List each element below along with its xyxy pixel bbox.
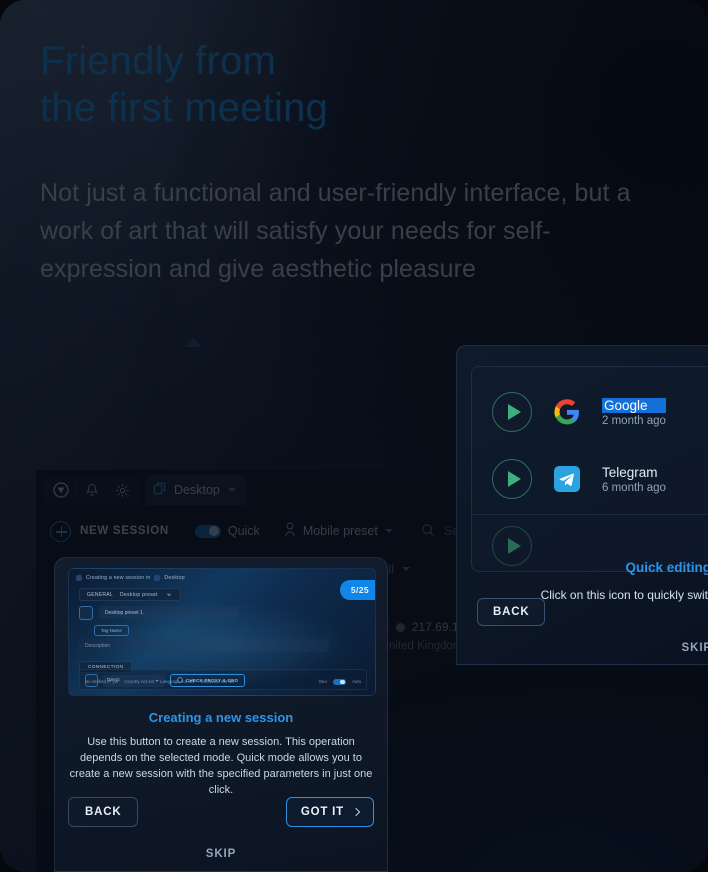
geo-toggle-left-label: Geo — [318, 679, 327, 685]
tab-connection[interactable]: CONNECTION — [79, 661, 133, 673]
description-input[interactable]: Description — [79, 639, 329, 652]
chevron-right-icon — [351, 807, 361, 817]
panel-notch-icon — [184, 338, 202, 347]
tab-general[interactable]: GENERAL — [87, 592, 113, 598]
network-icon — [85, 674, 98, 687]
list-item-time: 6 month ago — [602, 481, 666, 494]
preview-header: Creating a new session in Desktop — [76, 575, 185, 581]
back-button[interactable]: BACK — [477, 598, 546, 626]
quick-edit-tooltip: Quick editing name Click on this icon to… — [457, 536, 708, 664]
skip-button[interactable]: SKIP — [55, 848, 387, 860]
globe-icon — [177, 677, 183, 684]
tour-modal-title: Creating a new session — [148, 710, 294, 725]
chip-country[interactable]: Country not set — [124, 679, 154, 684]
preset-name-input[interactable]: Desktop preset 1 — [99, 606, 239, 619]
check-proxy-geo-label: CHECK PROXY & GEO — [186, 678, 239, 683]
quick-edit-panel: Google 2 month ago Telegram 6 month ago — [456, 345, 708, 665]
connection-type-select[interactable]: Direct — [103, 674, 165, 687]
tour-modal-body: Use this button to create a new session.… — [69, 736, 373, 796]
tooltip-body: Click on this icon to quickly switch to … — [540, 588, 708, 602]
list-item-texts: Google 2 month ago — [602, 397, 666, 427]
tab-preset[interactable]: Desktop preset — [120, 592, 158, 598]
list-item[interactable]: Google 2 month ago — [492, 381, 708, 443]
preview-name-field: Desktop preset 1 — [79, 605, 239, 620]
description-placeholder: Description — [85, 642, 111, 649]
google-icon — [554, 399, 580, 425]
preview-tabs: GENERAL Desktop preset — [79, 588, 181, 601]
connection-chips: No verified IP yet Country not set Langu… — [85, 678, 361, 685]
preview-header-text: Creating a new session in — [86, 575, 151, 581]
window-icon — [76, 575, 82, 581]
list-item-name[interactable]: Telegram — [602, 465, 666, 480]
onboarding-screenshot: Friendly from the first meeting Not just… — [0, 0, 708, 872]
geo-toggle-right-label: Auto — [351, 679, 361, 685]
chip-ip: No verified IP yet — [85, 679, 119, 685]
tour-modal: Creating a new session in Desktop GENERA… — [54, 557, 388, 872]
session-preview-image: Creating a new session in Desktop GENERA… — [68, 568, 376, 696]
list-item-time: 2 month ago — [602, 414, 666, 427]
chevron-down-icon[interactable] — [166, 593, 172, 596]
preview-header-tab: Desktop — [164, 575, 185, 581]
person-icon — [79, 605, 93, 620]
telegram-icon — [554, 466, 580, 492]
got-it-button[interactable]: GOT IT — [285, 797, 374, 827]
list-item[interactable]: Telegram 6 month ago — [492, 448, 708, 510]
got-it-label: GOT IT — [300, 806, 344, 818]
step-badge: 5/25 — [339, 580, 375, 600]
check-proxy-geo-button[interactable]: CHECK PROXY & GEO — [170, 674, 246, 687]
geo-auto-toggle[interactable] — [332, 678, 346, 685]
connection-type-value: Direct — [107, 678, 120, 683]
connection-row: Direct CHECK PROXY & GEO — [85, 674, 246, 687]
play-icon[interactable] — [492, 459, 532, 499]
add-tag-button[interactable]: Tag Name — [94, 625, 129, 636]
back-button[interactable]: BACK — [68, 797, 139, 827]
tooltip-title: Quick editing name — [625, 560, 708, 575]
connection-box: Direct CHECK PROXY & GEO No verified IP … — [79, 669, 367, 690]
chip-timezone[interactable]: TimeZone not set — [200, 679, 234, 684]
play-icon[interactable] — [492, 392, 532, 432]
list-item-name[interactable]: Google — [602, 397, 666, 413]
list-item-texts: Telegram 6 month ago — [602, 465, 666, 494]
chip-language[interactable]: Language not set — [160, 679, 194, 684]
skip-button[interactable]: SKIP — [682, 642, 708, 654]
windows-icon — [154, 575, 161, 581]
chevron-down-icon — [155, 679, 159, 682]
